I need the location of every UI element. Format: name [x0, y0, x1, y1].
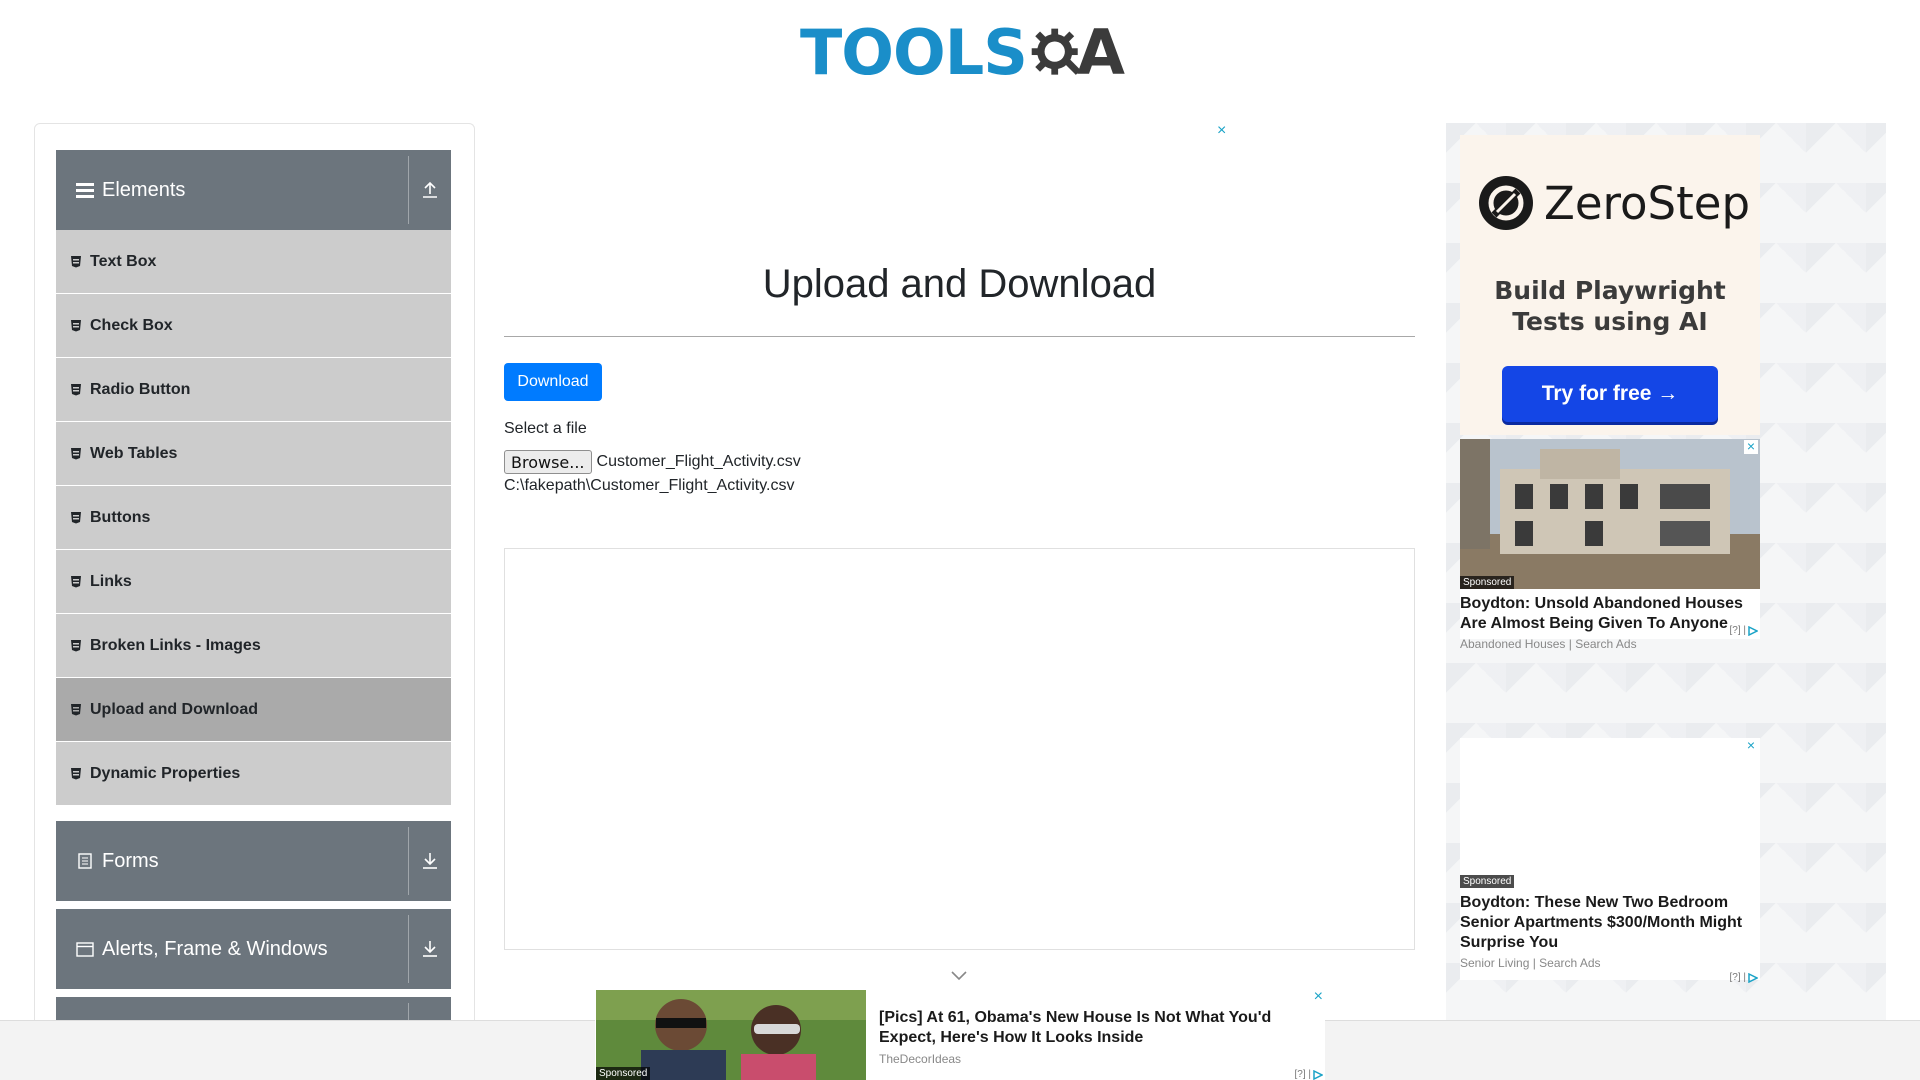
- group-title-elements: Elements: [102, 178, 186, 201]
- menu-item-upload-and-download[interactable]: Upload and Download: [56, 678, 451, 742]
- ad-headline[interactable]: Boydton: These New Two Bedroom Senior Ap…: [1460, 893, 1760, 953]
- sponsored-ad-abandoned-houses[interactable]: Sponsored × Boydton: Unsold Abandoned Ho…: [1460, 439, 1760, 651]
- menu-item-check-box[interactable]: Check Box: [56, 294, 451, 358]
- ad-headline[interactable]: Boydton: Unsold Abandoned Houses Are Alm…: [1460, 594, 1760, 634]
- group-title-alerts-frame-windows: Alerts, Frame & Windows: [102, 937, 328, 960]
- group-header-forms[interactable]: Forms: [56, 821, 451, 901]
- ad-choices-label: [?] |: [1729, 625, 1747, 636]
- sponsored-ad-senior-apartments[interactable]: Sponsored × Boydton: These New Two Bedro…: [1460, 738, 1760, 983]
- menu-item-broken-links-images[interactable]: Broken Links - Images: [56, 614, 451, 678]
- toolsqa-logo[interactable]: TOOLS A: [800, 14, 1125, 92]
- expand-down-icon[interactable]: [409, 821, 451, 901]
- sponsored-label: Sponsored: [1460, 576, 1515, 589]
- sponsored-label: Sponsored: [596, 1067, 651, 1080]
- try-for-free-button[interactable]: Try for free →: [1502, 366, 1718, 422]
- page-title: Upload and Download: [762, 262, 1157, 306]
- selected-file-name: Customer_Flight_Activity.csv: [596, 453, 801, 470]
- download-button[interactable]: Download: [504, 363, 602, 401]
- menu-item-buttons[interactable]: Buttons: [56, 486, 451, 550]
- title-divider: [504, 336, 1415, 337]
- ad-choices[interactable]: [?] |: [1729, 972, 1758, 983]
- menu-item-dynamic-properties[interactable]: Dynamic Properties: [56, 742, 451, 806]
- ad-choices-label: [?] |: [1294, 1069, 1312, 1080]
- hamburger-icon: [74, 179, 96, 201]
- ad-image-house: Sponsored ×: [1460, 439, 1760, 589]
- menu-item-label: Check Box: [90, 316, 173, 334]
- browse-button[interactable]: Browse...: [504, 450, 592, 474]
- bottom-ad-text: [Pics] At 61, Obama's New House Is Not W…: [879, 1008, 1289, 1066]
- elements-menu-list: Text Box Check Box Radio Button Web Tabl…: [56, 230, 451, 806]
- ad-image-couple: Sponsored: [596, 990, 866, 1080]
- ad-image-blank: Sponsored ×: [1460, 738, 1760, 888]
- zerostep-mark-icon: [1479, 176, 1533, 230]
- expand-down-icon[interactable]: [409, 909, 451, 989]
- ad-source: Senior Living | Search Ads: [1460, 956, 1601, 970]
- shield-icon: [70, 575, 84, 589]
- group-title-forms: Forms: [102, 849, 159, 872]
- right-ad-column: ZeroStep Build Playwright Tests using AI…: [1446, 123, 1886, 1080]
- shield-icon: [70, 255, 84, 269]
- file-upload-input[interactable]: Browse... Customer_Flight_Activity.csv: [504, 450, 801, 474]
- house-photo: [1460, 439, 1760, 589]
- group-header-elements[interactable]: Elements: [56, 150, 451, 230]
- ad-headline[interactable]: [Pics] At 61, Obama's New House Is Not W…: [879, 1008, 1289, 1048]
- sponsored-label: Sponsored: [1460, 875, 1515, 888]
- shield-icon: [70, 511, 84, 525]
- uploaded-file-path: C:\fakepath\Customer_Flight_Activity.csv: [504, 477, 795, 494]
- ad-frame: [504, 548, 1415, 950]
- ad-close-icon[interactable]: ×: [1314, 988, 1323, 1006]
- ad-close-icon[interactable]: ×: [1744, 439, 1758, 454]
- menu-item-links[interactable]: Links: [56, 550, 451, 614]
- shield-icon: [70, 639, 84, 653]
- menu-item-label: Radio Button: [90, 380, 191, 398]
- adchoices-icon: [1748, 625, 1758, 636]
- menu-item-label: Web Tables: [90, 444, 178, 462]
- menu-item-label: Upload and Download: [90, 700, 258, 718]
- gear-magnifier-icon: [1031, 28, 1081, 75]
- menu-item-text-box[interactable]: Text Box: [56, 230, 451, 294]
- menu-item-label: Buttons: [90, 508, 151, 526]
- adchoices-icon: [1748, 972, 1758, 983]
- zerostep-ad[interactable]: ZeroStep Build Playwright Tests using AI…: [1460, 135, 1760, 435]
- menu-item-radio-button[interactable]: Radio Button: [56, 358, 451, 422]
- collapse-up-icon[interactable]: [409, 150, 451, 230]
- zerostep-tagline: Build Playwright Tests using AI: [1460, 275, 1760, 337]
- ad-source: TheDecorIdeas: [879, 1052, 962, 1066]
- adchoices-icon: [1313, 1069, 1323, 1080]
- window-icon: [74, 938, 96, 960]
- ad-source: Abandoned Houses | Search Ads: [1460, 637, 1637, 651]
- shield-icon: [70, 383, 84, 397]
- shield-icon: [70, 319, 84, 333]
- select-file-label: Select a file: [504, 420, 587, 437]
- ad-choices[interactable]: [?] |: [1729, 625, 1758, 636]
- logo-word: TOOLS: [800, 16, 1028, 89]
- tagline-line-1: Build Playwright: [1494, 276, 1726, 305]
- menu-item-label: Links: [90, 572, 132, 590]
- shield-icon: [70, 447, 84, 461]
- menu-item-label: Text Box: [90, 252, 157, 270]
- group-header-alerts-frame-windows[interactable]: Alerts, Frame & Windows: [56, 909, 451, 989]
- left-sidebar: Elements Text Box Check Box Radio Button…: [34, 123, 475, 1080]
- ad-close-icon[interactable]: ×: [1217, 122, 1226, 140]
- zerostep-logo: ZeroStep: [1478, 175, 1750, 231]
- tagline-line-2: Tests using AI: [1512, 307, 1708, 336]
- logo-letter: A: [1077, 16, 1125, 89]
- document-icon: [74, 850, 96, 872]
- ad-choices[interactable]: [?] |: [1294, 1069, 1323, 1080]
- shield-icon: [70, 767, 84, 781]
- ad-close-icon[interactable]: ×: [1744, 738, 1758, 753]
- ad-choices-label: [?] |: [1729, 972, 1747, 983]
- menu-item-label: Broken Links - Images: [90, 636, 261, 654]
- bottom-sponsored-ad[interactable]: Sponsored [Pics] At 61, Obama's New Hous…: [595, 988, 1325, 1080]
- menu-item-web-tables[interactable]: Web Tables: [56, 422, 451, 486]
- chevron-down-icon[interactable]: [950, 970, 968, 982]
- menu-item-label: Dynamic Properties: [90, 764, 241, 782]
- zerostep-name: ZeroStep: [1544, 176, 1751, 230]
- shield-icon: [70, 703, 84, 717]
